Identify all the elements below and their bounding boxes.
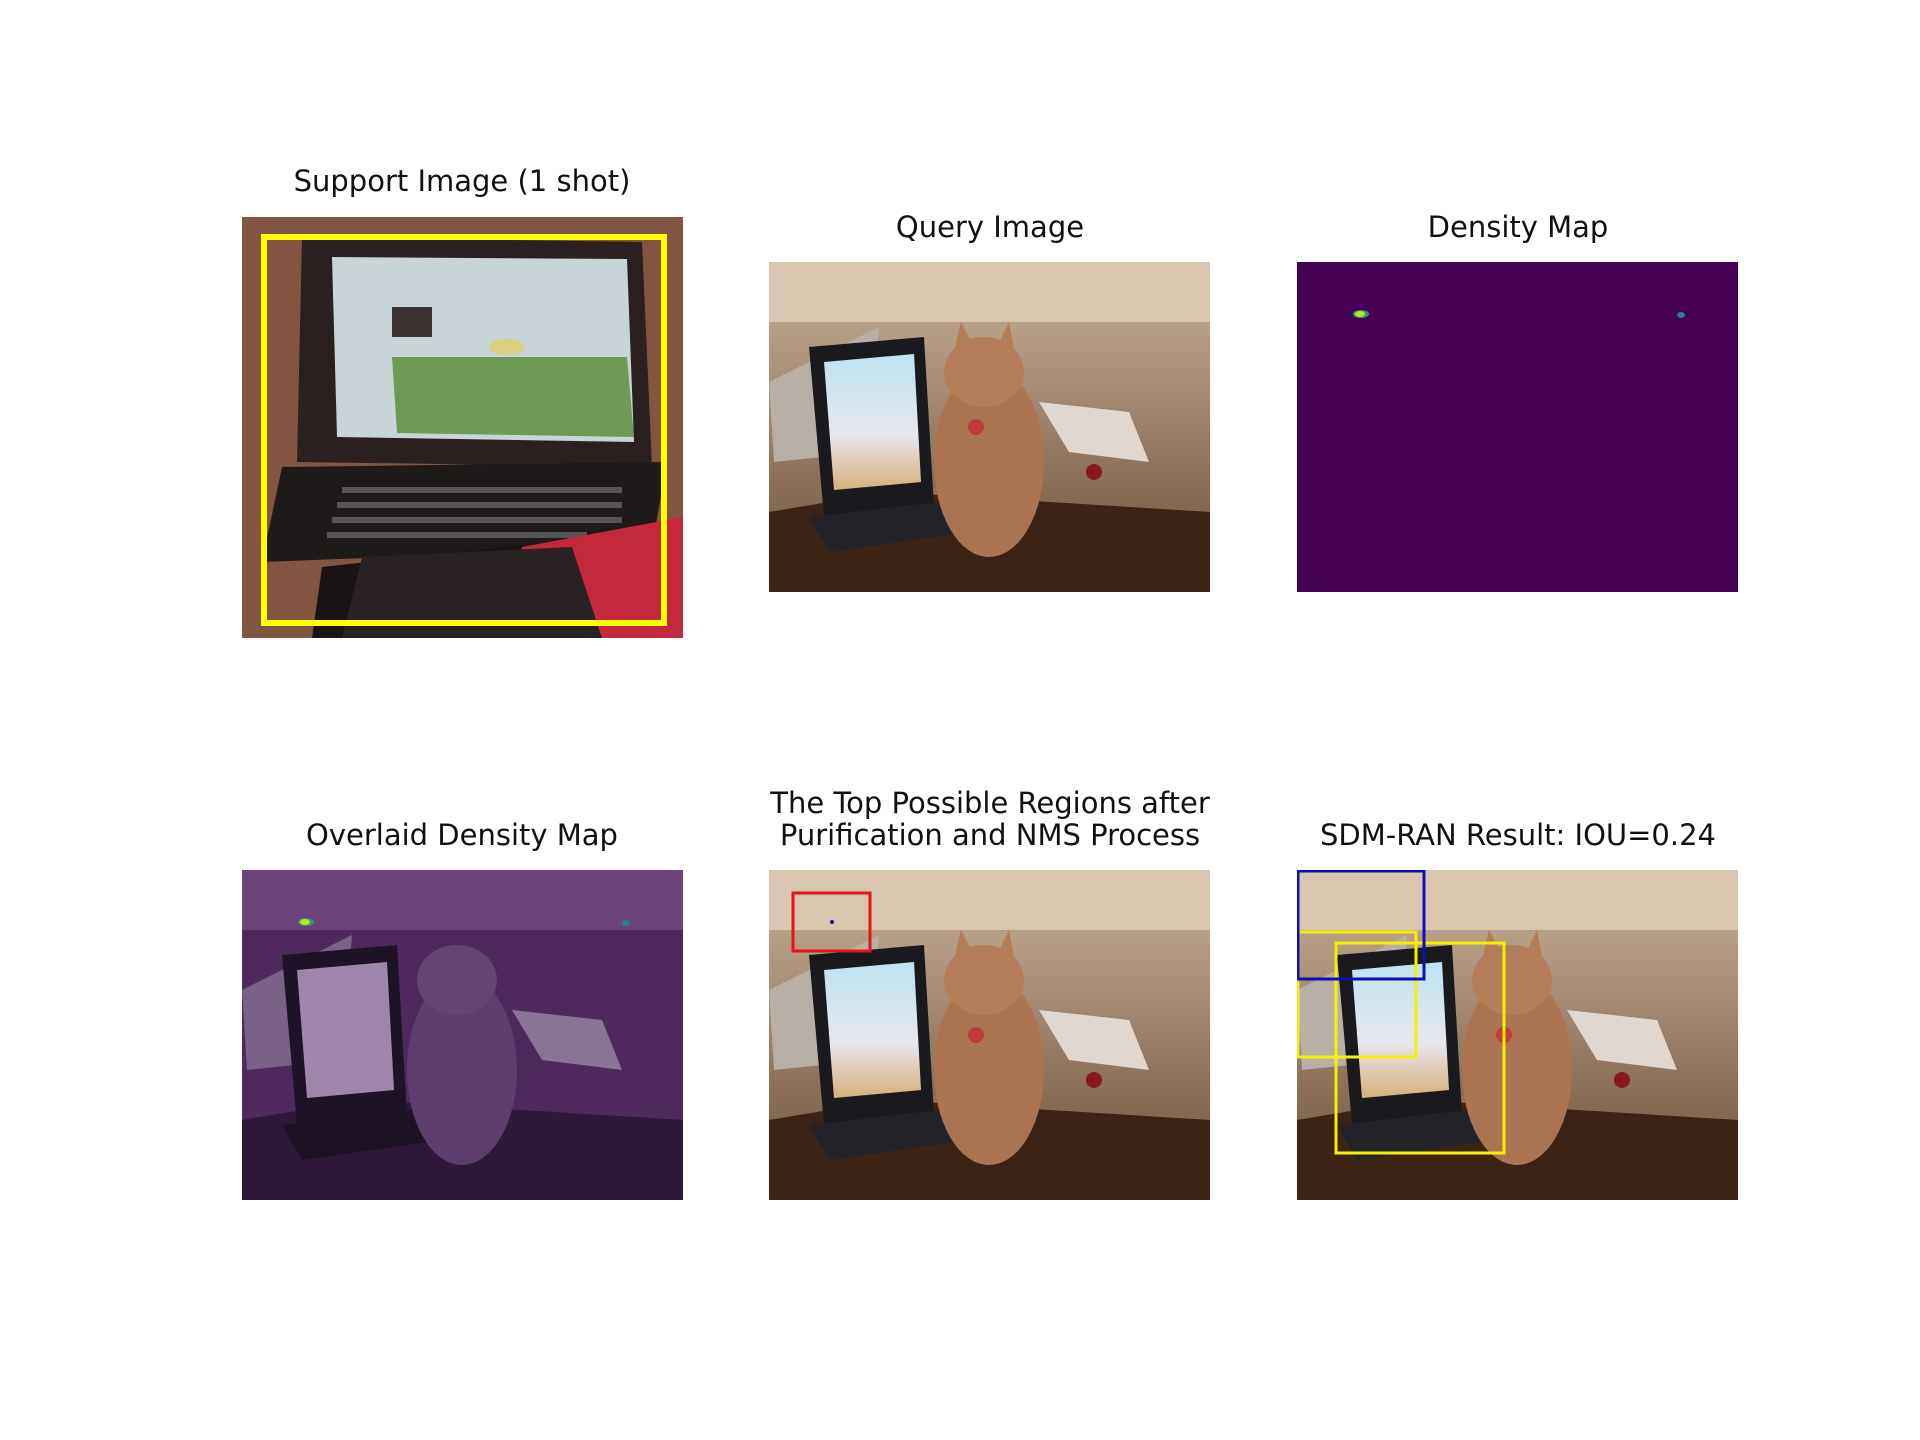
density-peak	[1677, 312, 1685, 318]
figure: Support Image (1 shot) Query Image Densi…	[0, 0, 1920, 1440]
support-image	[242, 217, 683, 638]
query-image	[769, 262, 1210, 592]
overlaid-density-map	[242, 870, 683, 1200]
support-title: Support Image (1 shot)	[293, 164, 631, 198]
result-title: SDM-RAN Result: IOU=0.24	[1319, 818, 1717, 852]
density-title: Density Map	[1427, 210, 1609, 244]
regions-image	[769, 870, 1210, 1200]
overlaid-title: Overlaid Density Map	[306, 818, 618, 852]
density-map	[1297, 262, 1738, 592]
regions-title: The Top Possible Regions after Purificat…	[770, 786, 1210, 852]
result-image	[1297, 870, 1738, 1200]
query-title: Query Image	[895, 210, 1085, 244]
